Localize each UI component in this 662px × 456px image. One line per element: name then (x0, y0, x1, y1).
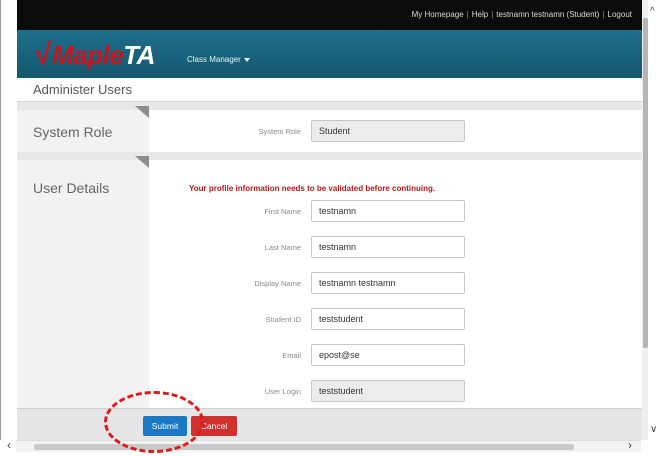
vertical-scroll-thumb[interactable] (643, 18, 648, 348)
top-links: My Homepage | Help | testnamn testnamn (Stud… (412, 10, 632, 19)
student-id-input[interactable]: teststudent (311, 308, 465, 330)
link-separator: | (491, 10, 494, 19)
display-name-label: Display Name (254, 279, 301, 288)
scroll-down-icon[interactable]: ∨ (650, 424, 657, 435)
help-link[interactable]: Help (472, 10, 488, 19)
top-bar: My Homepage | Help | testnamn testnamn (Stud… (17, 0, 642, 30)
display-name-input[interactable]: testnamn testnamn (311, 272, 465, 294)
email-label: Email (282, 351, 301, 360)
app-header: √MapleTA Class Manager (17, 30, 642, 78)
email-input[interactable]: epost@se (311, 344, 465, 366)
user-details-sidebar: User Details (17, 156, 149, 408)
logout-link[interactable]: Logout (608, 10, 632, 19)
logo-maple-text: Maple (51, 40, 124, 70)
page-title: Administer Users (33, 82, 132, 97)
user-details-heading: User Details (33, 180, 110, 196)
system-role-label: System Role (258, 127, 301, 136)
student-id-label: Student ID (265, 315, 301, 324)
system-role-heading: System Role (33, 124, 113, 140)
section-divider (17, 152, 642, 160)
last-name-input[interactable]: testnamn (311, 236, 465, 258)
validation-warning: Your profile information needs to be val… (189, 184, 436, 193)
class-manager-label: Class Manager (187, 55, 241, 64)
system-role-field: Student (311, 120, 465, 142)
browser-viewport: My Homepage | Help | testnamn testnamn (Stud… (0, 0, 648, 440)
horizontal-scroll-thumb[interactable] (34, 444, 574, 450)
horizontal-scrollbar[interactable] (16, 440, 641, 452)
class-manager-menu[interactable]: Class Manager (187, 55, 250, 64)
first-name-label: First Name (264, 207, 301, 216)
my-homepage-link[interactable]: My Homepage (412, 10, 464, 19)
link-separator: | (602, 10, 605, 19)
first-name-input[interactable]: testnamn (311, 200, 465, 222)
user-login-label: User Login (264, 387, 301, 396)
scroll-up-icon[interactable]: ^ (650, 6, 655, 17)
section-divider (17, 102, 642, 110)
vertical-scrollbar[interactable] (642, 0, 648, 440)
scroll-left-icon[interactable]: ‹ (7, 438, 11, 452)
system-role-sidebar: System Role (17, 106, 149, 152)
section-notch-icon (135, 106, 149, 118)
logo-check-icon: √ (35, 38, 51, 71)
logo-ta-text: TA (123, 40, 155, 70)
page-title-bar: Administer Users (17, 78, 642, 102)
highlight-annotation (104, 391, 204, 453)
scroll-right-icon[interactable]: › (628, 438, 632, 452)
last-name-label: Last Name (264, 243, 301, 252)
section-notch-icon (135, 156, 149, 168)
user-login-field: teststudent (311, 380, 465, 402)
system-role-panel: System Role Student (149, 110, 642, 152)
chevron-down-icon (243, 57, 250, 62)
user-profile-link[interactable]: testnamn testnamn (Student) (496, 10, 599, 19)
maple-ta-logo[interactable]: √MapleTA (35, 38, 155, 72)
link-separator: | (466, 10, 469, 19)
